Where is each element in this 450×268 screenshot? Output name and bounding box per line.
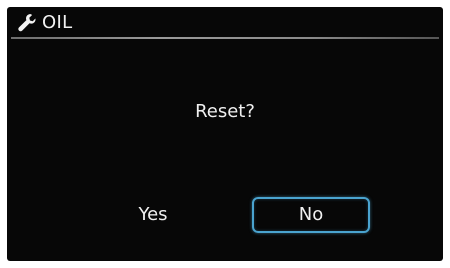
wrench-icon bbox=[17, 13, 37, 33]
header-title: OIL bbox=[42, 12, 73, 33]
display-screen: OIL Reset? Yes No bbox=[7, 7, 443, 261]
reset-question: Reset? bbox=[195, 101, 255, 122]
no-button[interactable]: No bbox=[252, 197, 370, 233]
yes-button[interactable]: Yes bbox=[103, 197, 203, 233]
header-bar: OIL bbox=[7, 7, 443, 39]
header-divider bbox=[11, 37, 439, 39]
